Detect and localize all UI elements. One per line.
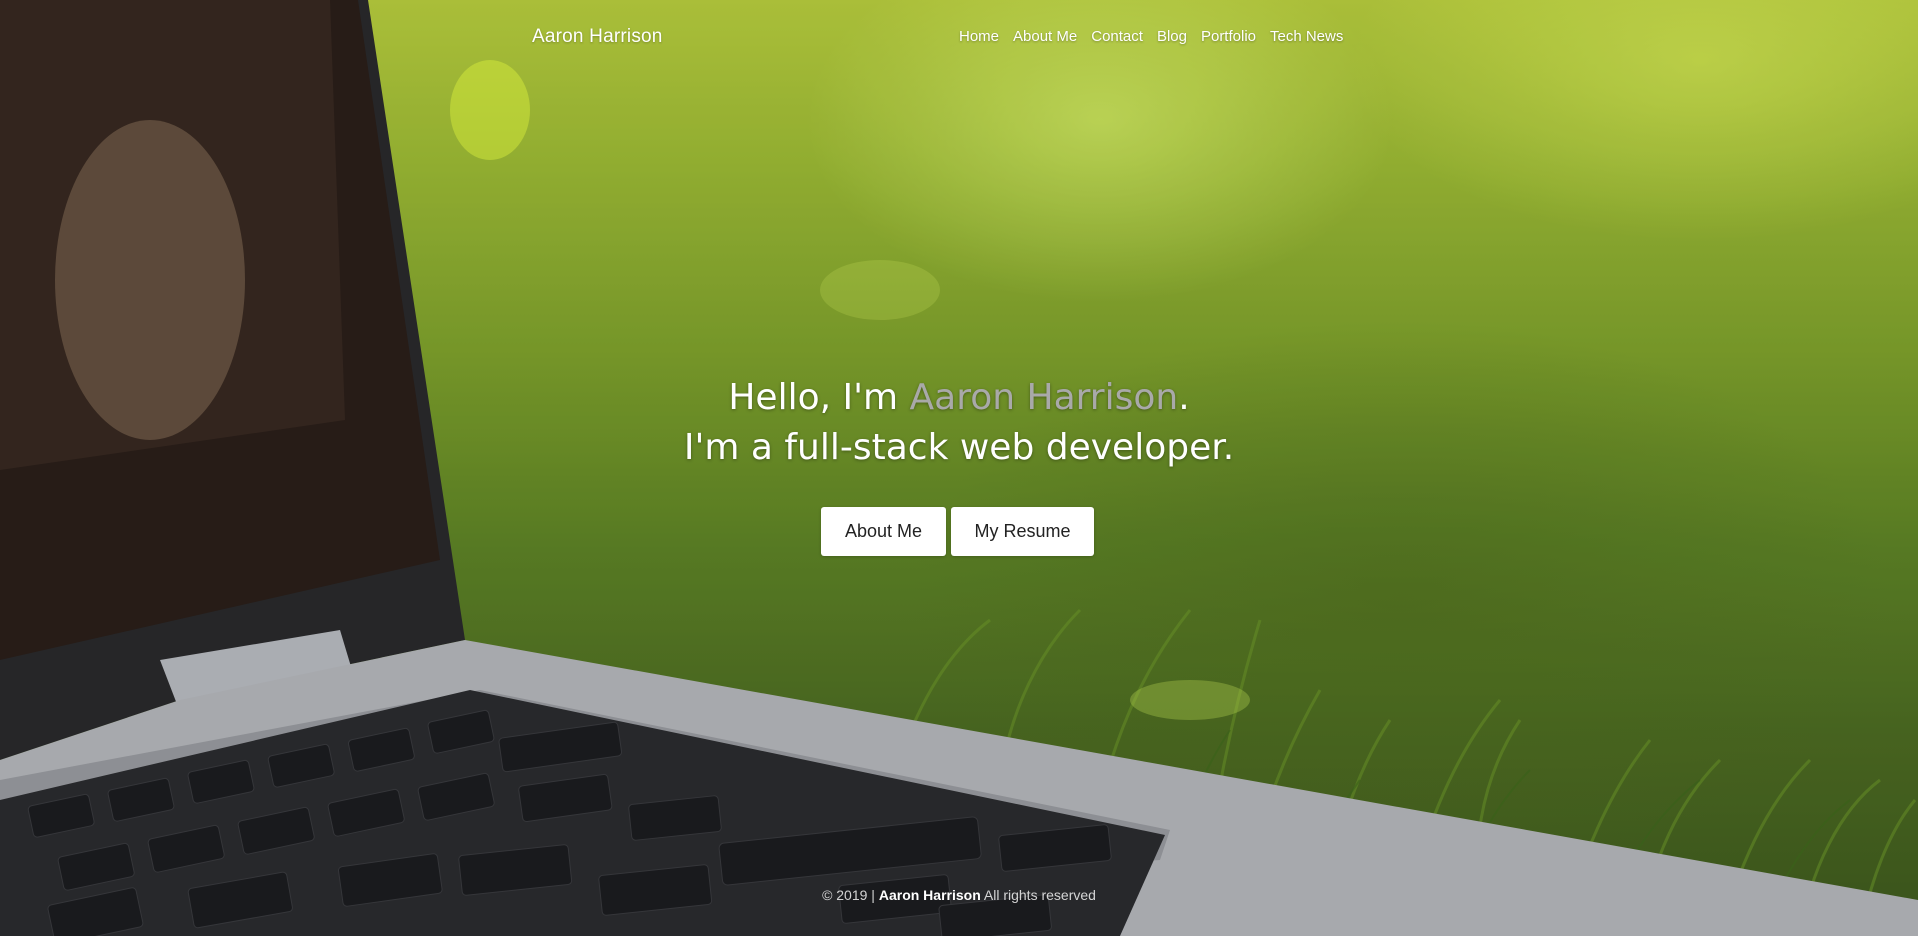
greeting-prefix: Hello, I'm — [728, 377, 910, 418]
hero-section: Aaron Harrison Home About Me Contact Blo… — [0, 0, 1918, 936]
hero-headline: Hello, I'm Aaron Harrison. I'm a full-st… — [0, 373, 1918, 473]
hero-tagline: I'm a full-stack web developer. — [683, 427, 1235, 468]
footer: © 2019 | Aaron Harrison All rights reser… — [0, 887, 1918, 903]
footer-rights: All rights reserved — [983, 887, 1096, 903]
my-resume-button[interactable]: My Resume — [951, 507, 1094, 556]
footer-copyright: © 2019 | — [822, 887, 875, 903]
about-me-button[interactable]: About Me — [821, 507, 946, 556]
hero-buttons: About Me My Resume — [821, 507, 1094, 556]
nav-item-about-me[interactable]: About Me — [1013, 28, 1077, 45]
footer-name: Aaron Harrison — [878, 887, 981, 903]
highlighted-name: Aaron Harrison — [909, 377, 1179, 418]
nav-item-contact[interactable]: Contact — [1091, 28, 1143, 45]
greeting-suffix: . — [1178, 377, 1190, 418]
nav-item-portfolio[interactable]: Portfolio — [1201, 28, 1256, 45]
hero-greeting-line: Hello, I'm Aaron Harrison. — [0, 373, 1918, 423]
site-brand[interactable]: Aaron Harrison — [532, 26, 663, 48]
nav-item-blog[interactable]: Blog — [1157, 28, 1187, 45]
main-nav: Home About Me Contact Blog Portfolio Tec… — [959, 28, 1343, 45]
nav-item-home[interactable]: Home — [959, 28, 999, 45]
nav-item-tech-news[interactable]: Tech News — [1270, 28, 1343, 45]
